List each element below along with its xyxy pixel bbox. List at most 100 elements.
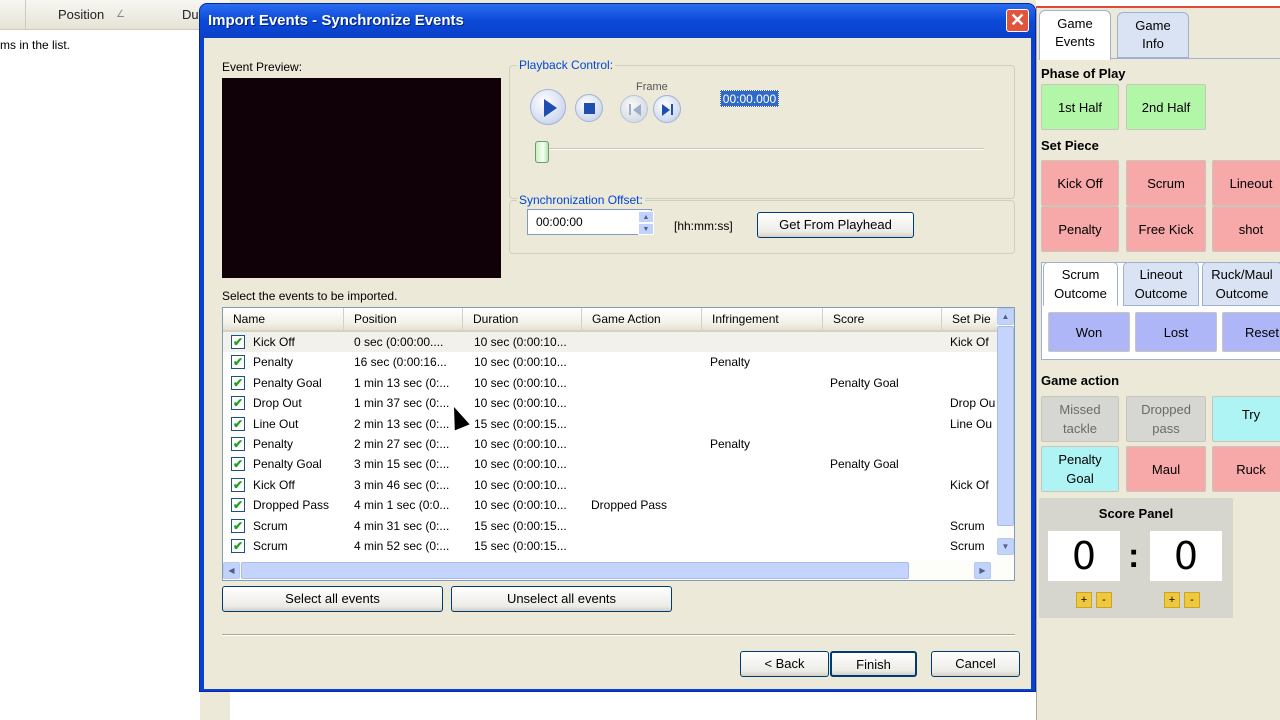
column-header-name[interactable]: Name	[223, 308, 344, 330]
spin-down-icon[interactable]: ▼	[638, 223, 654, 235]
table-row[interactable]: ✔ Drop Out 1 min 37 sec (0:... 10 sec (0:00…	[223, 393, 997, 413]
horizontal-scrollbar[interactable]: ◀ ▶	[223, 561, 1014, 580]
try-button[interactable]: Try	[1212, 396, 1280, 442]
table-cell-score	[830, 475, 942, 495]
home-minus-button[interactable]: -	[1096, 592, 1112, 608]
away-minus-button[interactable]: -	[1184, 592, 1200, 608]
table-row[interactable]: ✔ Penalty 16 sec (0:00:16... 10 sec (0:00:1…	[223, 352, 997, 372]
scroll-down-icon[interactable]: ▼	[997, 538, 1014, 555]
table-cell-set	[950, 454, 995, 474]
checkbox-checked-icon[interactable]: ✔	[231, 518, 245, 533]
table-row[interactable]: ✔ Penalty Goal 3 min 15 sec (0:... 10 sec (…	[223, 454, 997, 474]
table-row[interactable]: ✔ Dropped Pass 4 min 1 sec (0:0... 10 sec (…	[223, 495, 997, 515]
finish-button[interactable]: Finish	[830, 651, 917, 677]
dropped-pass-button[interactable]: Dropped pass	[1126, 396, 1206, 442]
tab-scrum-outcome[interactable]: Scrum Outcome	[1043, 262, 1118, 306]
free-kick-button[interactable]: Free Kick	[1126, 206, 1206, 252]
checkbox-checked-icon[interactable]: ✔	[231, 416, 245, 431]
column-header-set-piece[interactable]: Set Pie	[942, 308, 1002, 330]
scroll-left-icon[interactable]: ◀	[223, 562, 240, 579]
playback-slider-track[interactable]	[544, 148, 984, 150]
frame-forward-icon[interactable]	[653, 95, 681, 123]
checkbox-checked-icon[interactable]: ✔	[231, 436, 245, 451]
kick-off-button[interactable]: Kick Off	[1041, 160, 1119, 206]
checkbox-checked-icon[interactable]: ✔	[231, 335, 245, 349]
column-header-position[interactable]: Position	[344, 308, 463, 330]
checkbox-checked-icon[interactable]: ✔	[231, 396, 245, 411]
score-panel: Score Panel 0 : 0 + - + -	[1039, 498, 1233, 618]
home-plus-button[interactable]: +	[1076, 592, 1092, 608]
table-cell-action	[591, 475, 701, 495]
away-plus-button[interactable]: +	[1164, 592, 1180, 608]
table-cell-score	[830, 393, 942, 413]
column-header-duration[interactable]: Duration	[463, 308, 582, 330]
table-cell-position: 2 min 27 sec (0:...	[354, 436, 450, 451]
missed-tackle-button[interactable]: Missed tackle	[1041, 396, 1119, 442]
table-row[interactable]: ✔ Penalty 2 min 27 sec (0:... 10 sec (0:00:…	[223, 434, 997, 454]
cancel-button[interactable]: Cancel	[931, 651, 1020, 677]
background-bottom-gutter	[200, 690, 230, 720]
sync-offset-input[interactable]: 00:00:00	[527, 209, 652, 235]
table-cell-infringement	[710, 516, 822, 536]
tab-game-info[interactable]: Game Info	[1117, 12, 1189, 58]
table-cell-duration: 10 sec (0:00:10...	[474, 335, 567, 349]
checkbox-checked-icon[interactable]: ✔	[231, 457, 245, 472]
penalty-button[interactable]: Penalty	[1041, 206, 1119, 252]
table-row[interactable]: ✔ Penalty Goal 1 min 13 sec (0:... 10 sec (…	[223, 373, 997, 393]
column-header-infringement[interactable]: Infringement	[702, 308, 823, 330]
table-cell-name: Drop Out	[253, 396, 302, 411]
table-cell-position: 4 min 31 sec (0:...	[354, 518, 450, 533]
checkbox-checked-icon[interactable]: ✔	[231, 375, 245, 390]
column-header-score[interactable]: Score	[823, 308, 942, 330]
column-header-game-action[interactable]: Game Action	[582, 308, 702, 330]
checkbox-checked-icon[interactable]: ✔	[231, 498, 245, 513]
table-row[interactable]: ✔ Kick Off 0 sec (0:00:00.... 10 sec (0:00:…	[223, 332, 997, 353]
tab-ruck-maul-outcome[interactable]: Ruck/Maul Outcome	[1202, 262, 1280, 306]
reset-button[interactable]: Reset	[1222, 312, 1280, 352]
scroll-up-icon[interactable]: ▲	[997, 308, 1014, 325]
horizontal-scroll-thumb[interactable]	[241, 562, 909, 579]
close-icon[interactable]: ✕	[1006, 9, 1029, 32]
penalty-goal-button[interactable]: Penalty Goal	[1041, 446, 1119, 492]
vertical-scrollbar[interactable]: ▲ ▼	[997, 308, 1014, 561]
tab-lineout-outcome[interactable]: Lineout Outcome	[1123, 262, 1199, 306]
table-row[interactable]: ✔ Scrum 4 min 31 sec (0:... 15 sec (0:00:15…	[223, 516, 997, 536]
table-row[interactable]: ✔ Kick Off 3 min 46 sec (0:... 10 sec (0:00…	[223, 475, 997, 495]
checkbox-checked-icon[interactable]: ✔	[231, 355, 245, 370]
ruck-button[interactable]: Ruck	[1212, 446, 1280, 492]
events-list[interactable]: Name Position Duration Game Action Infri…	[222, 307, 1015, 581]
scroll-right-icon[interactable]: ▶	[974, 562, 991, 579]
scrum-button[interactable]: Scrum	[1126, 160, 1206, 206]
play-icon[interactable]	[530, 89, 566, 125]
lineout-button[interactable]: Lineout	[1212, 160, 1280, 206]
first-half-button[interactable]: 1st Half	[1041, 84, 1119, 130]
checkbox-checked-icon[interactable]: ✔	[231, 477, 245, 492]
sort-arrow-icon: ∠	[116, 9, 125, 20]
shot-button[interactable]: shot	[1212, 206, 1280, 252]
table-row[interactable]: ✔ Line Out 2 min 13 sec (0:... 15 sec (0:00…	[223, 414, 997, 434]
select-all-events-button[interactable]: Select all events	[222, 586, 443, 612]
checkbox-checked-icon[interactable]: ✔	[231, 538, 245, 553]
dialog-title-bar[interactable]: Import Events - Synchronize Events ✕	[200, 4, 1035, 38]
tab-game-events[interactable]: Game Events	[1039, 10, 1111, 60]
background-column-position[interactable]: Position	[58, 0, 104, 30]
playback-control-group	[509, 65, 1015, 199]
stop-icon[interactable]	[575, 94, 603, 122]
won-button[interactable]: Won	[1048, 312, 1130, 352]
tab-lineout-outcome-label: Lineout Outcome	[1134, 267, 1188, 301]
frame-back-icon[interactable]	[620, 95, 648, 123]
lost-button[interactable]: Lost	[1135, 312, 1217, 352]
background-column-duration[interactable]: Du	[182, 0, 199, 30]
maul-button[interactable]: Maul	[1126, 446, 1206, 492]
background-column-blank[interactable]	[0, 0, 26, 30]
playback-slider-thumb[interactable]	[535, 141, 549, 163]
unselect-all-events-button[interactable]: Unselect all events	[451, 586, 672, 612]
get-from-playhead-button[interactable]: Get From Playhead	[757, 212, 914, 238]
event-preview-video[interactable]	[222, 78, 501, 278]
spin-up-icon[interactable]: ▲	[638, 211, 654, 223]
table-row[interactable]: ✔ Scrum 4 min 52 sec (0:... 15 sec (0:00:15…	[223, 536, 997, 556]
second-half-button[interactable]: 2nd Half	[1126, 84, 1206, 130]
vertical-scroll-thumb[interactable]	[997, 326, 1014, 526]
back-button[interactable]: < Back	[740, 651, 829, 677]
playback-time-display[interactable]: 00:00.000	[720, 90, 779, 107]
